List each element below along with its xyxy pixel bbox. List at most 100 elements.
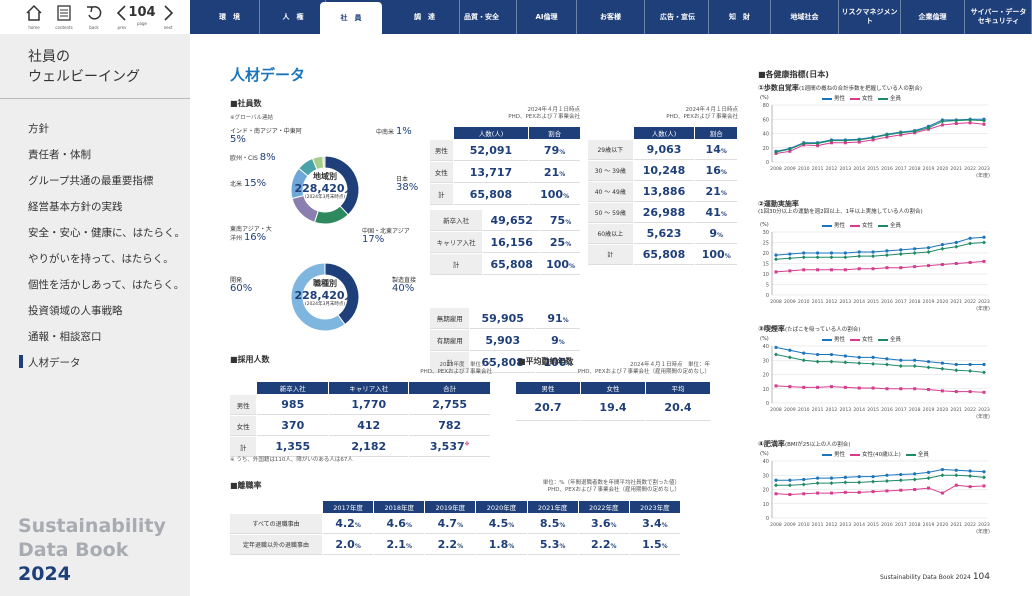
chart-ylabel-2: (%)	[760, 336, 769, 342]
tab-2[interactable]: 社 員	[320, 2, 382, 34]
chart-title-text: ①歩数自覚率	[758, 84, 799, 92]
brand-year: 2024	[18, 563, 71, 585]
y-tick-label: 25	[763, 241, 769, 247]
tab-5[interactable]: AI倫理	[517, 0, 577, 34]
legend-swatch	[878, 224, 889, 227]
data-point	[871, 355, 875, 359]
x-tick-label: 2017	[895, 407, 907, 413]
donut-label-mfg: 製造直接 40%	[392, 277, 417, 294]
sidebar-item-8[interactable]: 通報・相談窓口	[28, 329, 102, 344]
tab-9[interactable]: 地域社会	[771, 0, 839, 34]
y-tick-label: 0	[766, 293, 769, 299]
x-tick-label: 2014	[853, 299, 865, 305]
sidebar-item-5[interactable]: やりがいを持って、はたらく。	[28, 251, 174, 266]
footer-text: Sustainability Data Book 2024	[880, 574, 971, 581]
table-cell: 13,886	[633, 182, 695, 202]
data-point	[940, 473, 945, 478]
sidebar-item-1[interactable]: 責任者・体制	[28, 147, 91, 162]
data-point	[816, 352, 820, 357]
cell-unit: %	[569, 262, 576, 270]
series-line-1	[775, 484, 985, 495]
tab-4[interactable]: 品質・安全	[447, 0, 517, 34]
x-tick-label: 2012	[826, 166, 838, 172]
table-row: 29歳以下 9,063 14%	[588, 140, 737, 160]
data-point	[871, 250, 875, 254]
data-point	[968, 241, 973, 246]
corner-cell	[430, 127, 453, 139]
data-point	[885, 357, 889, 361]
table-cell: 100%	[695, 245, 737, 265]
data-point	[898, 363, 903, 368]
data-point	[774, 384, 778, 388]
tab-10[interactable]: リスクマネジメント	[839, 0, 901, 34]
table-row: 女性 13,717 21%	[430, 162, 580, 183]
data-point	[899, 488, 903, 492]
legend-label: 男性	[834, 337, 846, 343]
table-cell: 1,770	[329, 395, 409, 415]
sidebar-item-6[interactable]: 個性を活かしあって、はたらく。	[28, 277, 184, 292]
tab-6[interactable]: お客様	[577, 0, 645, 34]
next-button[interactable]: next	[156, 4, 180, 30]
y-tick-label: 30	[763, 230, 769, 236]
sidebar-item-4[interactable]: 安全・安心・健康に、はたらく。	[28, 225, 185, 240]
home-button[interactable]: home	[22, 4, 46, 30]
data-point	[954, 483, 958, 487]
region-donut-sub: (2024年3月末時点)	[304, 195, 346, 200]
column-header: 人数(人)	[453, 127, 529, 139]
column-header: 合計	[409, 382, 490, 394]
table-row: 新卒入社 49,652 75%	[430, 210, 580, 231]
chevron-right-icon	[164, 5, 174, 21]
tab-1[interactable]: 人 権	[261, 0, 326, 34]
data-point	[940, 243, 944, 247]
contents-button[interactable]: contents	[52, 4, 76, 30]
tab-12[interactable]: サイバー・データ セキュリティ	[966, 0, 1032, 34]
cell-unit: %	[720, 169, 727, 176]
cell-unit: %	[562, 316, 569, 324]
sidebar-item-7[interactable]: 投資領域の人事戦略	[28, 303, 123, 318]
column-header: 男性	[516, 382, 580, 394]
table-cell: 9,063	[633, 140, 695, 160]
data-point	[829, 481, 834, 486]
y-tick-label: 10	[763, 387, 769, 393]
data-point	[884, 362, 889, 367]
table-cell: 20.7	[516, 395, 580, 421]
cell-unit: %	[354, 543, 361, 550]
page-indicator[interactable]: 104 page	[128, 4, 156, 26]
brand-logo-text: Sustainability Data Book 2024	[18, 514, 166, 586]
tab-8[interactable]: 知 財	[709, 0, 771, 34]
back-button[interactable]: back	[82, 4, 106, 30]
turnover-note: 単位：%（年間退職者数を年間平均社員数で割った値） PHD、PEXおよび７事業会社…	[542, 480, 680, 493]
tab-0[interactable]: 環 境	[200, 0, 260, 34]
table-cell: 8.5%	[527, 514, 578, 534]
cell-number: 100	[540, 187, 564, 201]
x-tick-label: 2015	[867, 166, 879, 172]
legend-item: 男性	[822, 223, 845, 229]
data-point	[774, 253, 778, 257]
legend-label: 女性	[862, 96, 874, 102]
data-point	[788, 252, 792, 256]
legend-item: 女性	[850, 96, 873, 102]
cell-number: 21	[705, 185, 721, 198]
turnover-heading: ■離職率	[230, 481, 262, 490]
row-label: すべての退職事由	[230, 514, 322, 534]
tab-11[interactable]: 企業倫理	[901, 0, 965, 34]
sidebar-item-2[interactable]: グループ共通の最重要指標	[28, 173, 153, 188]
chart-title-1: ②運動実施率 (1回30分以上の運動を週2回以上、1年以上実施している人の割合)	[758, 200, 923, 216]
sidebar-item-0[interactable]: 方針	[28, 121, 49, 136]
sidebar-item-3[interactable]: 経営基本方針の実践	[28, 199, 123, 214]
series-line-1	[775, 385, 985, 393]
table-cell: 1.5%	[629, 535, 680, 555]
data-point	[913, 358, 917, 362]
data-point	[927, 387, 931, 391]
data-point	[968, 390, 972, 394]
tab-7[interactable]: 広告・宣伝	[647, 0, 709, 34]
x-tick-label: 2011	[812, 407, 824, 413]
x-tick-label: 2019	[923, 407, 935, 413]
table-cell: 5,903	[470, 330, 535, 351]
series-line-2	[776, 474, 985, 486]
cell-number: 2.0	[335, 538, 355, 551]
sidebar-item-9[interactable]: 人材データ	[19, 355, 81, 370]
legend-item: 男性	[822, 452, 845, 458]
data-point	[843, 268, 847, 272]
x-tick-label: 2012	[826, 299, 838, 305]
